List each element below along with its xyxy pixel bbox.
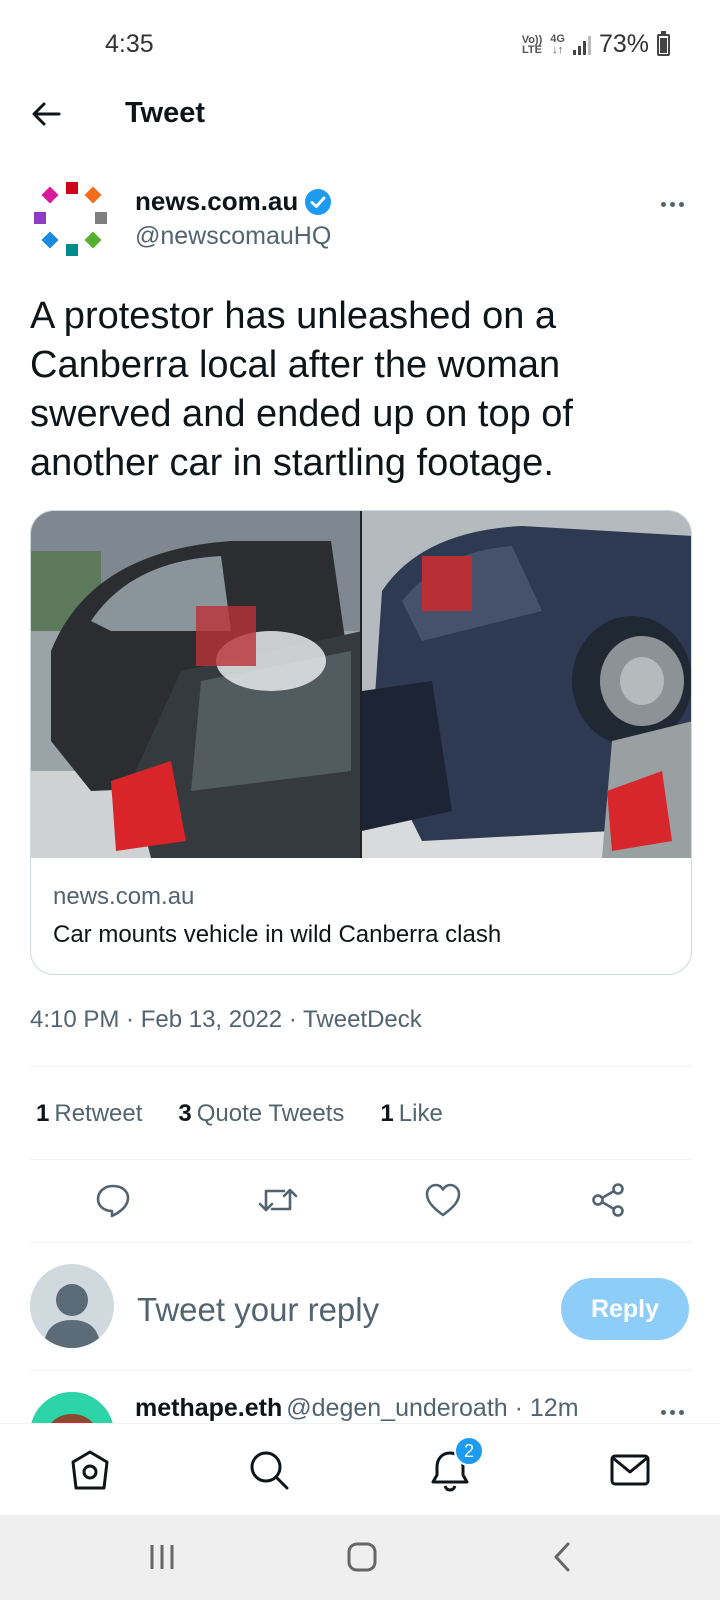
more-dot xyxy=(660,201,666,207)
like-count[interactable]: 1 Like xyxy=(380,1100,442,1128)
more-dot xyxy=(660,1409,666,1415)
recent-apps-icon xyxy=(150,1545,174,1569)
network-type: 4G xyxy=(550,32,565,45)
reply-author-name: methape.eth xyxy=(135,1394,283,1422)
search-icon xyxy=(250,1451,289,1490)
data-arrows-icon: ↓↑ xyxy=(552,43,564,56)
card-photo-left xyxy=(31,511,362,858)
reply-submit-button[interactable]: Reply xyxy=(561,1278,689,1340)
home-system-button[interactable] xyxy=(340,1537,384,1577)
author-avatar[interactable] xyxy=(32,180,112,260)
stat-label: Like xyxy=(398,1100,443,1127)
nav-messages[interactable] xyxy=(604,1444,656,1496)
top-header: Tweet xyxy=(0,85,720,145)
divider xyxy=(30,1159,692,1160)
like-button[interactable] xyxy=(418,1175,468,1225)
nav-notifications[interactable]: 2 xyxy=(424,1436,484,1496)
retweet-button[interactable] xyxy=(253,1175,303,1225)
divider xyxy=(30,1066,692,1067)
status-bar: 4:35 Vo)) LTE 4G ↓↑ 73% xyxy=(0,0,720,90)
volte-top: Vo)) xyxy=(521,33,543,46)
engagement-stats: 1 Retweet 3 Quote Tweets 1 Like xyxy=(36,1100,443,1128)
divider xyxy=(30,1242,692,1243)
more-options-button[interactable] xyxy=(650,192,694,216)
card-title: Car mounts vehicle in wild Canberra clas… xyxy=(53,921,502,948)
volte-indicator: Vo)) LTE xyxy=(521,33,543,56)
tweet-text: A protestor has unleashed on a Canberra … xyxy=(30,295,573,484)
more-dot xyxy=(678,201,684,207)
battery-icon xyxy=(657,30,670,56)
chevron-left-icon xyxy=(554,1542,570,1572)
arrow-left-icon xyxy=(32,102,61,126)
card-media xyxy=(31,511,691,858)
home-icon xyxy=(71,1450,109,1490)
reply-button[interactable] xyxy=(88,1175,138,1225)
status-time: 4:35 xyxy=(105,30,154,58)
reply-icon xyxy=(96,1184,130,1218)
reply-input[interactable] xyxy=(137,1288,527,1332)
car-photo-image xyxy=(362,511,691,858)
system-back-button[interactable] xyxy=(540,1537,584,1577)
reply-author-line[interactable]: methape.eth @degen_underoath · 12m xyxy=(135,1394,579,1423)
link-card[interactable]: news.com.au Car mounts vehicle in wild C… xyxy=(30,510,692,975)
recent-apps-button[interactable] xyxy=(140,1537,184,1577)
reply-more-options-button[interactable] xyxy=(650,1400,694,1424)
tweet-timestamp: 4:10 PM · Feb 13, 2022 · TweetDeck xyxy=(30,1006,422,1033)
stat-count: 3 xyxy=(178,1100,192,1127)
nav-home[interactable] xyxy=(64,1444,116,1496)
like-icon xyxy=(425,1183,461,1217)
divider xyxy=(30,1370,692,1371)
car-photo-image xyxy=(31,511,360,858)
reply-author-handle-time: @degen_underoath · 12m xyxy=(286,1394,579,1422)
verified-badge-icon xyxy=(305,188,332,215)
stat-count: 1 xyxy=(380,1100,394,1127)
more-dot xyxy=(669,1409,675,1415)
stat-label: Retweet xyxy=(54,1100,143,1127)
page-title: Tweet xyxy=(125,97,206,129)
more-dot xyxy=(669,201,675,207)
status-icons: Vo)) LTE 4G ↓↑ 73% xyxy=(522,30,670,59)
author-name-row[interactable]: news.com.au xyxy=(135,186,332,217)
quote-tweet-count[interactable]: 3 Quote Tweets xyxy=(178,1100,344,1128)
messages-icon xyxy=(610,1454,650,1486)
default-avatar-icon xyxy=(44,1284,100,1348)
retweet-count[interactable]: 1 Retweet xyxy=(36,1100,142,1128)
system-nav-bar xyxy=(0,1515,720,1600)
share-icon xyxy=(592,1183,624,1217)
author-handle[interactable]: @newscomauHQ xyxy=(135,222,331,251)
volte-bottom: LTE xyxy=(521,43,542,56)
card-domain: news.com.au xyxy=(53,883,195,910)
news-logo-icon xyxy=(34,182,107,256)
nav-search[interactable] xyxy=(243,1444,295,1496)
more-dot xyxy=(678,1409,684,1415)
card-photo-right xyxy=(362,511,691,858)
stat-label: Quote Tweets xyxy=(196,1100,345,1127)
action-bar xyxy=(0,1175,720,1225)
home-square-icon xyxy=(347,1542,377,1572)
stat-count: 1 xyxy=(36,1100,50,1127)
signal-icon xyxy=(572,35,591,55)
battery-percent: 73% xyxy=(598,30,649,58)
author-name: news.com.au xyxy=(135,186,299,216)
retweet-icon xyxy=(258,1188,298,1212)
bottom-nav: 2 xyxy=(0,1423,720,1515)
network-indicator: 4G ↓↑ xyxy=(550,32,565,56)
back-button[interactable] xyxy=(25,93,67,135)
user-avatar[interactable] xyxy=(30,1264,114,1348)
share-button[interactable] xyxy=(583,1175,633,1225)
notification-badge: 2 xyxy=(454,1436,484,1466)
